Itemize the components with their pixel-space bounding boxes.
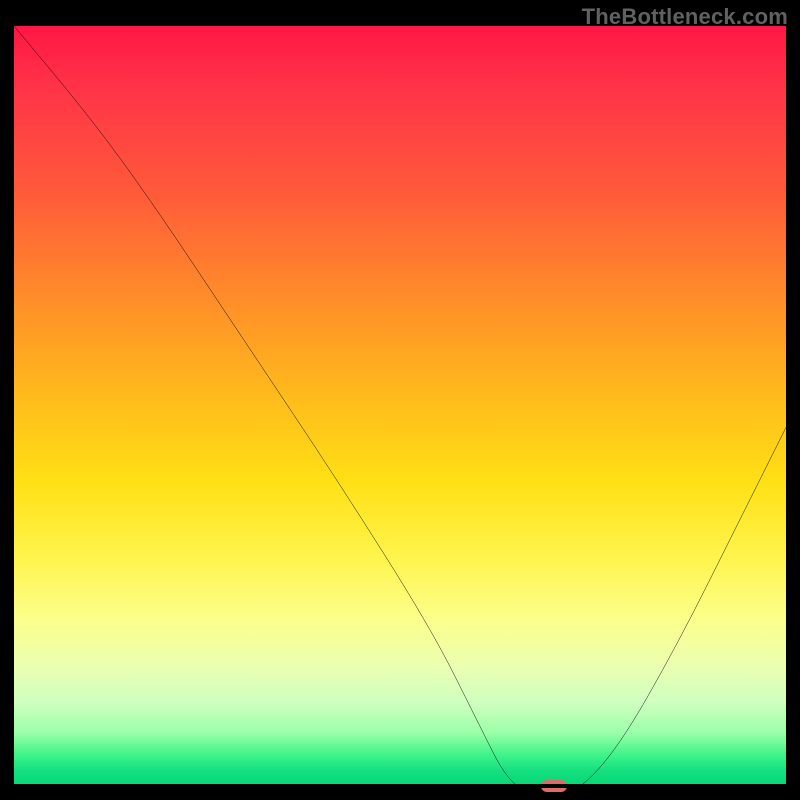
curve-path: [14, 26, 786, 798]
watermark-text: TheBottleneck.com: [582, 4, 788, 30]
x-axis-line: [14, 784, 786, 788]
bottleneck-curve: [14, 26, 786, 798]
chart-frame: TheBottleneck.com: [0, 0, 800, 800]
plot-area: [14, 26, 786, 786]
